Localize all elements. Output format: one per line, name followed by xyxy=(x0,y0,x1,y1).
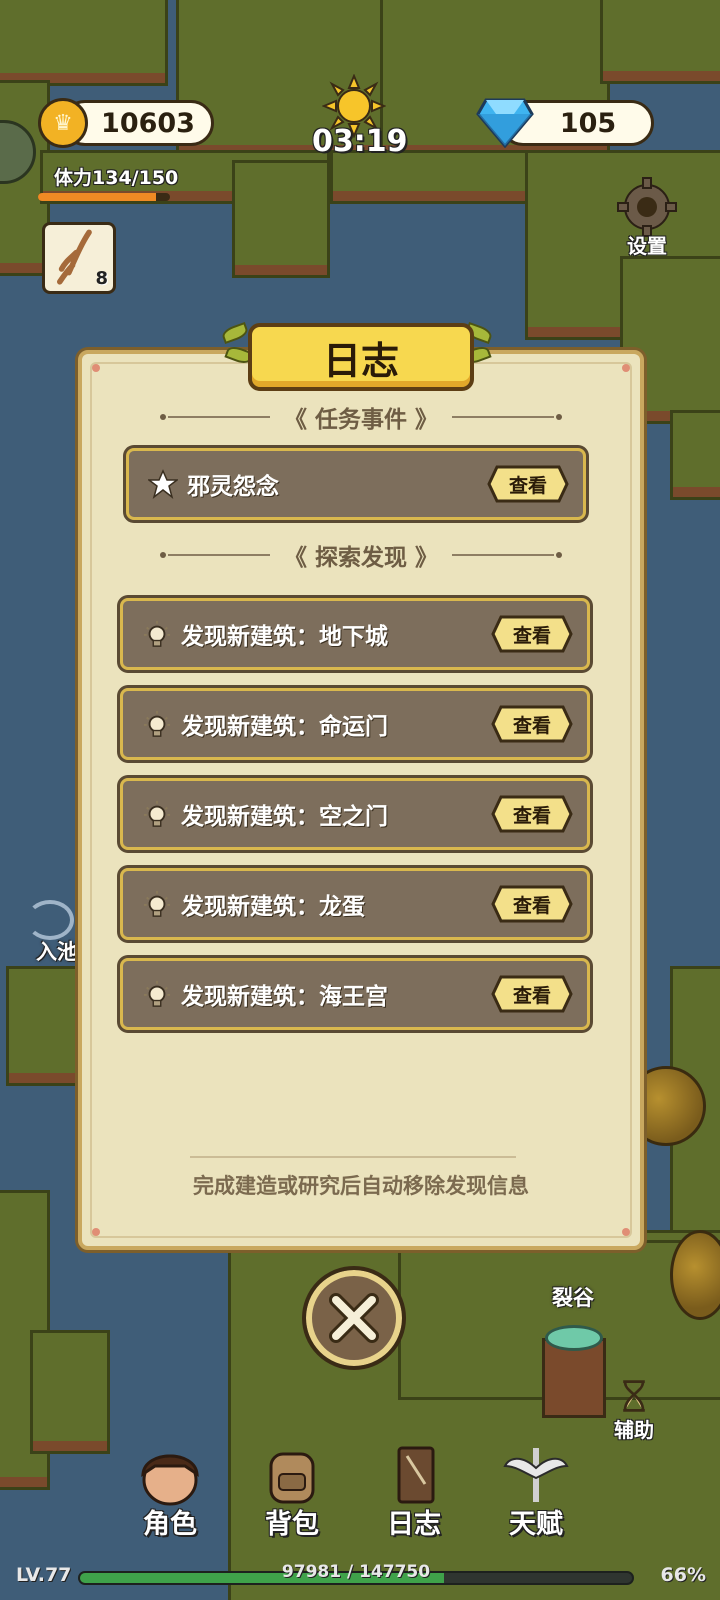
backpack-icon xyxy=(269,1452,315,1504)
view-label: 查看 xyxy=(512,984,551,1007)
view-button[interactable]: 查看 xyxy=(491,615,573,653)
view-button[interactable]: 查看 xyxy=(491,795,573,833)
character-icon xyxy=(141,1454,199,1506)
land-tile xyxy=(232,160,330,278)
discovery-text: 发现新建筑：地下城 xyxy=(181,624,388,650)
land-tile xyxy=(6,966,86,1086)
view-button[interactable]: 查看 xyxy=(487,465,569,503)
portal-icon xyxy=(545,1325,603,1351)
lightbulb-icon xyxy=(133,800,181,828)
land-tile xyxy=(30,1330,110,1454)
diamond-icon xyxy=(476,98,534,148)
view-button[interactable]: 查看 xyxy=(491,885,573,923)
item-count: 8 xyxy=(95,268,108,289)
nav-label: 角色 xyxy=(143,1509,197,1540)
footer-divider xyxy=(190,1156,516,1158)
divider-line xyxy=(160,414,270,420)
pool-label: 入池 xyxy=(36,940,78,964)
stamina-fill xyxy=(38,193,156,201)
rift-label[interactable]: 裂谷 xyxy=(552,1282,594,1312)
star-icon xyxy=(139,469,187,499)
land-tile xyxy=(600,0,720,84)
lightbulb-icon xyxy=(133,710,181,738)
section-title: 《 探索发现 》 xyxy=(283,545,439,571)
view-button[interactable]: 查看 xyxy=(491,975,573,1013)
discovery-text: 发现新建筑：龙蛋 xyxy=(181,894,365,920)
hourglass-icon xyxy=(623,1380,645,1412)
assist-label: 辅助 xyxy=(614,1418,654,1442)
land-tile xyxy=(670,410,720,500)
xp-progress-text: 97981 / 147750 xyxy=(281,1562,431,1582)
explore-heading: 探索发现 xyxy=(315,545,407,571)
nav-character[interactable]: 角色 xyxy=(120,1444,220,1541)
view-label: 查看 xyxy=(512,804,551,827)
discovery-row[interactable]: 发现新建筑：海王宫 查看 xyxy=(120,958,590,1030)
nav-talent[interactable]: 天赋 xyxy=(486,1444,586,1541)
view-label: 查看 xyxy=(512,624,551,647)
discovery-row[interactable]: 发现新建筑：命运门 查看 xyxy=(120,688,590,760)
journal-icon xyxy=(397,1446,435,1504)
gems-value: 105 xyxy=(559,107,617,139)
section-heading-tasks: 《 任务事件 》 xyxy=(160,402,562,433)
close-button[interactable] xyxy=(302,1266,406,1370)
discovery-row[interactable]: 发现新建筑：龙蛋 查看 xyxy=(120,868,590,940)
divider-line xyxy=(452,552,562,558)
player-level: LV.77 xyxy=(16,1564,72,1586)
discovery-text: 发现新建筑：命运门 xyxy=(181,714,388,740)
nav-journal[interactable]: 日志 xyxy=(364,1444,464,1541)
nav-label: 日志 xyxy=(387,1509,441,1540)
close-icon xyxy=(329,1293,379,1343)
task-row[interactable]: 邪灵怨念 查看 xyxy=(126,448,586,520)
section-title: 《 任务事件 》 xyxy=(283,407,439,433)
stamina-bar xyxy=(38,193,170,201)
task-text: 邪灵怨念 xyxy=(187,474,279,500)
nav-backpack[interactable]: 背包 xyxy=(242,1444,342,1541)
lightbulb-icon xyxy=(133,620,181,648)
discovery-row[interactable]: 发现新建筑：空之门 查看 xyxy=(120,778,590,850)
tasks-heading: 任务事件 xyxy=(315,407,407,433)
gear-icon xyxy=(617,177,677,237)
lightbulb-icon xyxy=(133,890,181,918)
section-heading-explore: 《 探索发现 》 xyxy=(160,540,562,571)
xp-percent: 66% xyxy=(660,1564,706,1586)
corner-dot xyxy=(92,1228,100,1236)
nav-label: 背包 xyxy=(265,1509,319,1540)
view-label: 查看 xyxy=(508,474,547,497)
corner-dot xyxy=(92,364,100,372)
settings-button[interactable]: 设置 xyxy=(612,176,682,259)
assist-button[interactable]: 辅助 xyxy=(614,1378,654,1443)
discovery-text: 发现新建筑：空之门 xyxy=(181,804,388,830)
stamina-label: 体力134/150 xyxy=(54,167,179,189)
discovery-text: 发现新建筑：海王宫 xyxy=(181,984,388,1010)
view-label: 查看 xyxy=(512,714,551,737)
dialog-title: 日志 xyxy=(248,323,474,391)
view-button[interactable]: 查看 xyxy=(491,705,573,743)
day-timer: 03:19 xyxy=(312,124,408,159)
whirlpool-icon xyxy=(26,900,74,940)
coins-value: 10603 xyxy=(101,107,195,139)
settings-label: 设置 xyxy=(627,234,667,258)
corner-dot xyxy=(622,1228,630,1236)
lightbulb-icon xyxy=(133,980,181,1008)
nav-label: 天赋 xyxy=(509,1509,563,1540)
land-tile xyxy=(0,0,168,86)
divider-line xyxy=(160,552,270,558)
corner-dot xyxy=(622,364,630,372)
view-label: 查看 xyxy=(512,894,551,917)
well-building[interactable] xyxy=(542,1325,606,1418)
footer-note: 完成建造或研究后自动移除发现信息 xyxy=(193,1174,529,1198)
divider-line xyxy=(452,414,562,420)
talent-icon xyxy=(503,1448,569,1502)
item-slot-root[interactable]: 8 xyxy=(42,222,116,294)
discovery-row[interactable]: 发现新建筑：地下城 查看 xyxy=(120,598,590,670)
crown-coin-icon: ♛ xyxy=(38,98,88,148)
